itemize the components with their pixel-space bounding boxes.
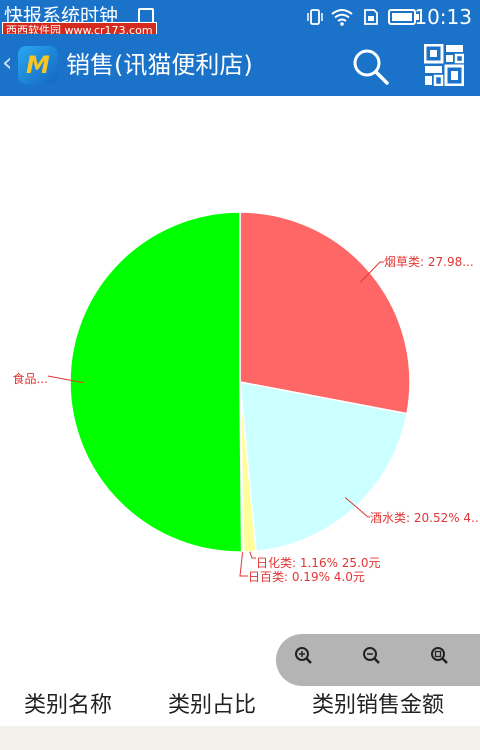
pie-label-1: 酒水类: 20.52% 4...	[370, 511, 480, 525]
pie-label-3: 日百类: 0.19% 4.0元	[248, 570, 365, 584]
table-header-row: 类别名称 类别占比 类别销售金额	[0, 686, 480, 726]
sim-icon	[364, 9, 378, 25]
back-chevron-icon[interactable]: ‹	[2, 48, 12, 78]
header-category-sales[interactable]: 类别销售金额	[312, 688, 444, 724]
pie-slice-4[interactable]	[69, 211, 243, 553]
zoom-out-icon[interactable]	[358, 642, 388, 672]
wifi-icon	[331, 9, 353, 26]
pie-label-2: 日化类: 1.16% 25.0元	[256, 556, 381, 570]
category-pie-chart[interactable]: 烟草类: 27.98... 酒水类: 20.52% 4... 日化类: 1.16% …	[0, 96, 480, 636]
header-category-share[interactable]: 类别占比	[168, 688, 256, 724]
pie-slice-0[interactable]	[239, 211, 411, 415]
vibrate-icon	[307, 9, 323, 25]
pie-label-4: 食品...	[13, 371, 48, 386]
status-time: 10:13	[414, 5, 472, 29]
zoom-in-icon[interactable]	[290, 642, 320, 672]
pie-leader-line-3	[239, 551, 248, 577]
table-body-top	[0, 726, 480, 750]
app-bar: ‹ M 销售(讯猫便利店)	[0, 34, 480, 96]
zoom-reset-icon[interactable]	[426, 642, 456, 672]
pie-label-0: 烟草类: 27.98...	[384, 255, 474, 269]
app-logo[interactable]: M	[18, 46, 58, 84]
header-category-name[interactable]: 类别名称	[24, 688, 112, 724]
logo-letter: M	[26, 51, 50, 79]
qr-code-icon[interactable]	[424, 44, 464, 86]
zoom-controls	[276, 634, 480, 686]
search-icon[interactable]	[350, 46, 390, 86]
page-title: 销售(讯猫便利店)	[66, 51, 253, 79]
